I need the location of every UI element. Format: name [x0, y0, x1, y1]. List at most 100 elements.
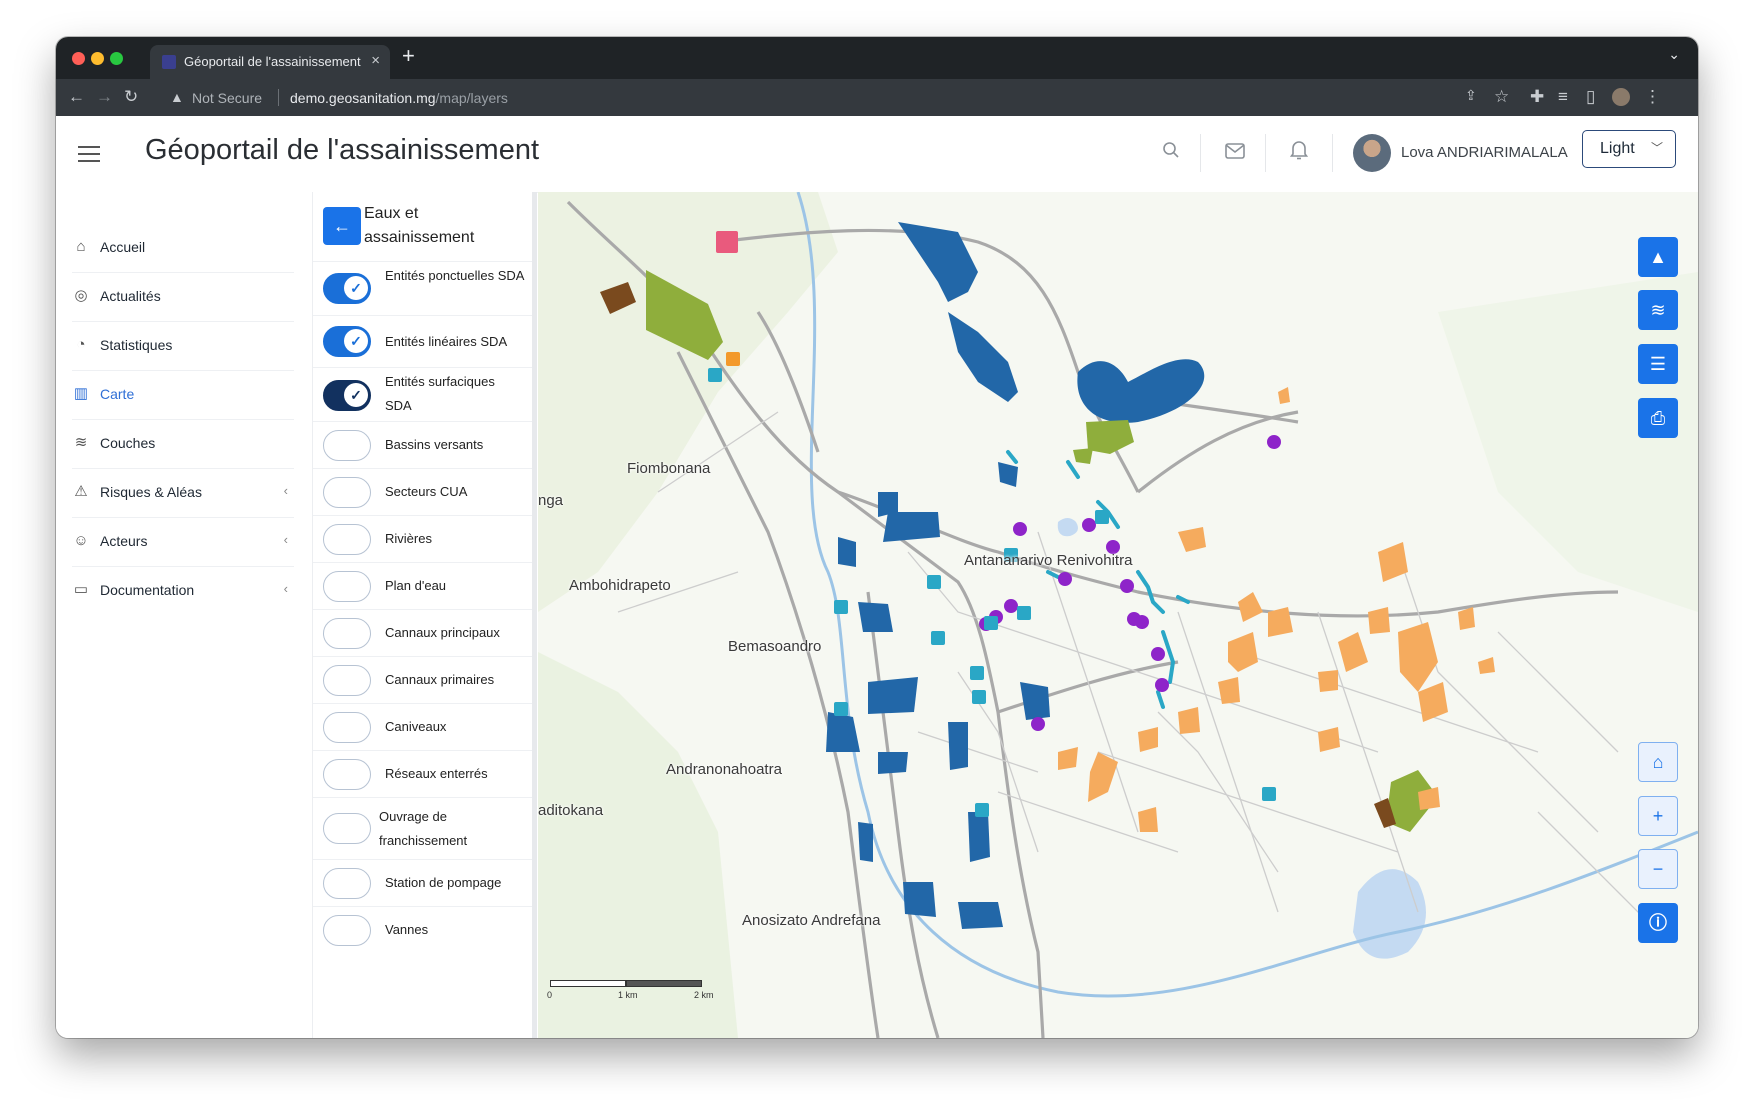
share-icon[interactable]: ⇪ [1465, 87, 1477, 104]
reload-icon[interactable]: ↻ [124, 87, 138, 107]
warning-triangle-icon: ▲ [170, 89, 184, 105]
url-path: /map/layers [435, 90, 508, 106]
browser-tab[interactable]: Géoportail de l'assainissement × [150, 45, 390, 79]
layer-toggle[interactable] [323, 430, 371, 461]
layer-row: Réseaux enterrés [313, 750, 535, 798]
layer-toggle[interactable] [323, 665, 371, 696]
chevron-left-icon: ‹ [283, 581, 288, 596]
sidebar-item-couches[interactable]: ≋ Couches [72, 420, 294, 469]
tab-list-chevron-icon[interactable]: ⌄ [1668, 46, 1680, 63]
sidebar-item-acteurs[interactable]: ☺ Acteurs ‹ [72, 518, 294, 567]
layer-toggle[interactable]: ✓ [323, 380, 371, 411]
scale-label: 1 km [618, 990, 638, 1000]
sidebar-item-documentation[interactable]: ▭ Documentation ‹ [72, 567, 294, 615]
layer-toggle[interactable] [323, 813, 371, 844]
layer-toggle[interactable] [323, 618, 371, 649]
address-bar[interactable]: ▲ Not Secure demo.geosanitation.mg/map/l… [164, 83, 1524, 112]
back-arrow-button[interactable]: ← [323, 207, 361, 245]
hamburger-menu-icon[interactable] [78, 146, 100, 162]
sidebar-item-risques[interactable]: ⚠ Risques & Aléas ‹ [72, 469, 294, 518]
layer-toggle[interactable] [323, 915, 371, 946]
north-arrow-button[interactable]: ▲ [1638, 237, 1678, 277]
layer-row: Secteurs CUA [313, 468, 535, 516]
place-label: Fiombonana [627, 460, 711, 477]
layer-toggle[interactable] [323, 571, 371, 602]
layer-label: Secteurs CUA [385, 484, 468, 499]
sidebar-item-label: Acteurs [100, 533, 148, 549]
app-title: Géoportail de l'assainissement [145, 134, 540, 166]
theme-select[interactable]: Light ﹀ [1582, 130, 1676, 168]
zoom-window-button[interactable] [110, 52, 123, 65]
layer-row: Plan d'eau [313, 562, 535, 610]
new-tab-button[interactable]: + [402, 43, 415, 69]
info-button[interactable]: ⓘ [1638, 903, 1678, 943]
favicon-icon [162, 55, 176, 69]
media-control-icon[interactable]: ≡ [1558, 87, 1568, 107]
user-name[interactable]: Lova ANDRIARIMALALA [1401, 144, 1568, 161]
chevron-left-icon: ‹ [283, 532, 288, 547]
layer-toggle[interactable] [323, 759, 371, 790]
url-host: demo.geosanitation.mg [290, 90, 436, 106]
layer-toggle[interactable]: ✓ [323, 326, 371, 357]
pink-facility-marker [716, 231, 738, 253]
layer-row: ✓ Entités ponctuelles SDA [313, 261, 535, 316]
side-panel-icon[interactable]: ▯ [1586, 87, 1595, 107]
orange-facility-marker [726, 352, 740, 366]
back-arrow-icon[interactable]: ← [68, 87, 85, 107]
mail-icon[interactable] [1222, 140, 1248, 166]
users-icon: ☺ [73, 532, 89, 549]
not-secure-label: Not Secure [192, 90, 263, 106]
forward-arrow-icon[interactable]: → [96, 87, 113, 107]
globe-icon: ◎ [74, 287, 88, 304]
legend-list-button[interactable]: ☰ [1638, 344, 1678, 384]
layer-toggle[interactable] [323, 712, 371, 743]
sidebar-item-statistiques[interactable]: ◔ Statistiques [72, 322, 294, 371]
layer-label: Ouvrage de franchissement [379, 809, 468, 848]
sidebar-item-carte[interactable]: ▥ Carte [72, 371, 294, 420]
orange-areas [1058, 387, 1495, 832]
sidebar-item-actualites[interactable]: ◎ Actualités [72, 273, 294, 322]
layer-toggle[interactable] [323, 477, 371, 508]
lake-shape [1353, 869, 1426, 959]
layer-label: Caniveaux [385, 719, 447, 734]
tab-title: Géoportail de l'assainissement [184, 54, 361, 69]
bookmark-star-icon[interactable]: ☆ [1494, 87, 1509, 107]
layer-label: Cannaux principaux [385, 625, 500, 640]
sidebar-item-accueil[interactable]: ⌂ Accueil [72, 224, 294, 273]
home-icon: ⌂ [76, 238, 86, 255]
header-divider [1332, 134, 1333, 172]
layer-row: ✓ Entités linéaires SDA [313, 315, 535, 368]
layer-panel-title: Eaux et assainissement [364, 205, 475, 246]
layer-row: Vannes [313, 906, 535, 954]
sidebar-item-label: Accueil [100, 239, 146, 255]
place-label: Bemasoandro [728, 638, 822, 655]
layer-toggle[interactable] [323, 524, 371, 555]
layer-toggle[interactable] [323, 868, 371, 899]
search-icon[interactable] [1158, 140, 1184, 166]
layer-toggle[interactable]: ✓ [323, 273, 371, 304]
profile-avatar-icon[interactable] [1612, 88, 1630, 106]
map-canvas[interactable]: Fiombonana nga Antananarivo Renivohitra … [538, 192, 1698, 1038]
scale-label: 2 km [694, 990, 714, 1000]
browser-menu-icon[interactable]: ⋮ [1644, 87, 1661, 107]
layer-label: Cannaux primaires [385, 672, 495, 687]
close-window-button[interactable] [72, 52, 85, 65]
scale-segment [550, 980, 626, 987]
extensions-icon[interactable]: ✚ [1530, 87, 1544, 107]
layer-panel-scrollbar[interactable] [532, 192, 537, 1038]
layer-label: Réseaux enterrés [385, 766, 488, 781]
sidebar-nav: ⌂ Accueil ◎ Actualités ◔ Statistiques ▥ … [56, 192, 312, 1038]
zoom-in-button[interactable]: + [1638, 796, 1678, 836]
tab-close-icon[interactable]: × [371, 52, 380, 69]
zoom-out-button[interactable]: − [1638, 849, 1678, 889]
print-button[interactable]: ⎙ [1638, 398, 1678, 438]
home-extent-button[interactable]: ⌂ [1638, 742, 1678, 782]
bell-icon[interactable] [1286, 140, 1312, 166]
header-divider [1265, 134, 1266, 172]
layer-panel: ← Eaux et assainissement ✓ Entités ponct… [312, 192, 535, 1038]
layers-button[interactable]: ≋ [1638, 290, 1678, 330]
layer-label: Station de pompage [385, 875, 502, 890]
chevron-left-icon: ‹ [283, 483, 288, 498]
user-avatar[interactable] [1353, 134, 1391, 172]
minimize-window-button[interactable] [91, 52, 104, 65]
